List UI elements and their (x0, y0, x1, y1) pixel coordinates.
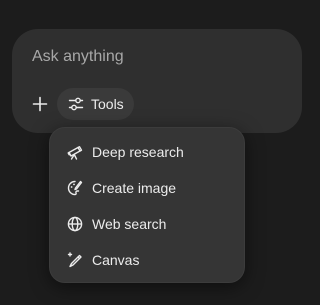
menu-item-canvas[interactable]: Canvas (50, 242, 244, 278)
telescope-icon (66, 143, 84, 161)
menu-item-label: Canvas (92, 252, 140, 268)
pen-sparkle-icon (66, 251, 84, 269)
palette-icon (66, 179, 84, 197)
sliders-icon (67, 95, 85, 113)
prompt-input[interactable]: Ask anything (32, 48, 124, 66)
composer[interactable]: Ask anything Tools (12, 29, 302, 133)
menu-item-deep-research[interactable]: Deep research (50, 134, 244, 170)
menu-item-web-search[interactable]: Web search (50, 206, 244, 242)
menu-item-label: Web search (92, 216, 167, 232)
tools-button[interactable]: Tools (57, 88, 134, 120)
menu-item-create-image[interactable]: Create image (50, 170, 244, 206)
menu-item-label: Deep research (92, 144, 184, 160)
plus-icon (32, 96, 48, 112)
menu-item-label: Create image (92, 180, 177, 196)
tools-label: Tools (91, 96, 124, 112)
add-button[interactable] (26, 90, 54, 118)
tools-menu: Deep research Create image Web search Ca… (49, 127, 245, 283)
globe-icon (66, 215, 84, 233)
